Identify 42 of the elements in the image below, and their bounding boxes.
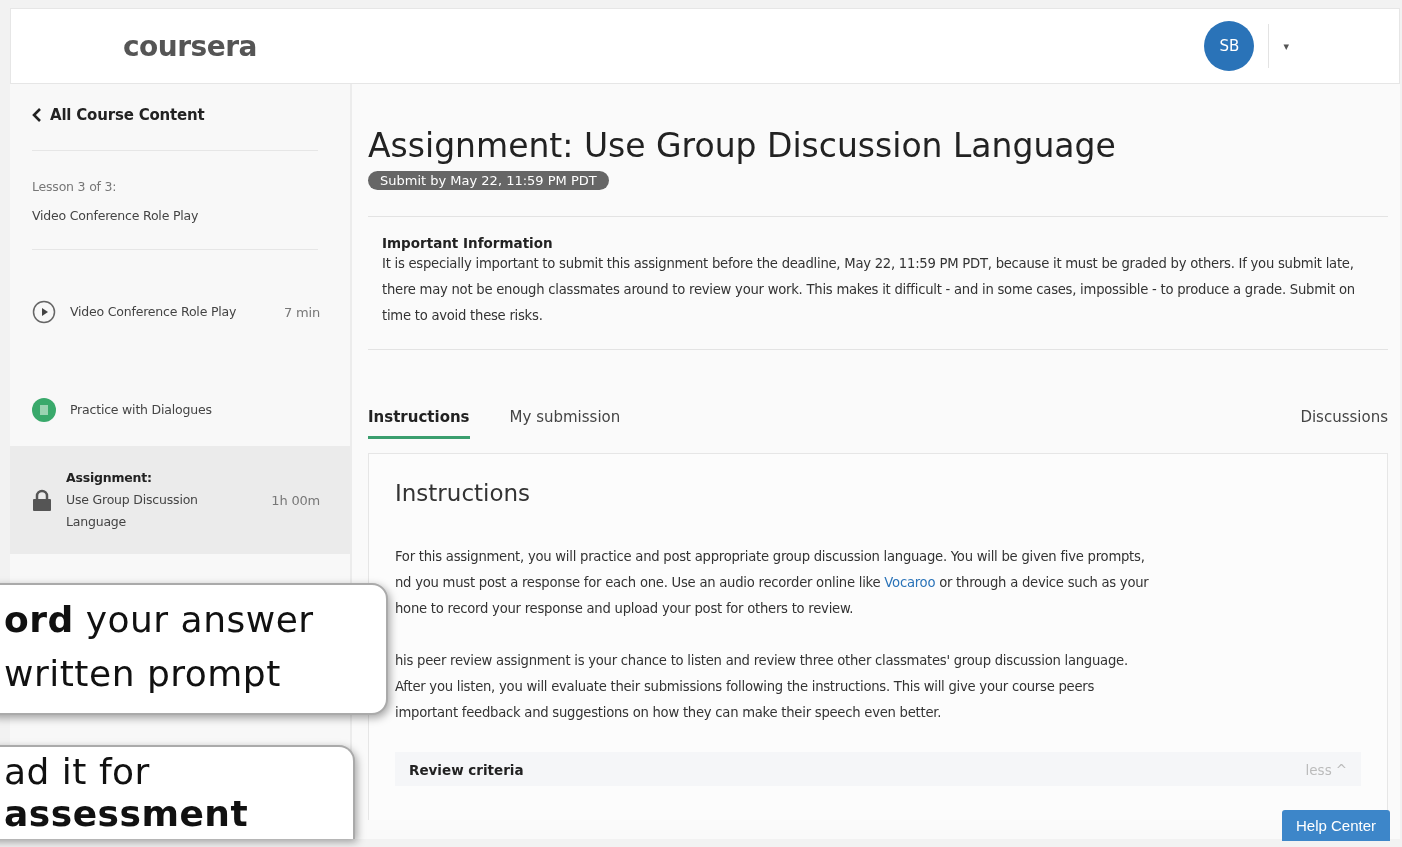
notice-text: It is especially important to submit this assignment before the deadline, May 22, 11:59 PM PDT, because it must be graded by others. If you submit late, there may not be enough classmates around to review your work. This makes it difficult - and in some cases, impossible - to produce a grade. Submit on time to avoid these risks. [382, 255, 1356, 325]
document-icon [32, 398, 56, 422]
item-type-label: Assignment: [66, 469, 153, 487]
instruction-text: nd you must post a response for each one. Use an audio recorder online like Vocaroo or through a device such as your [395, 574, 1150, 592]
chevron-left-icon [32, 108, 42, 122]
logo[interactable]: coursera [123, 29, 1205, 63]
item-title: Video Conference Role Play [70, 303, 238, 321]
notice-heading: Important Information [382, 235, 554, 251]
help-center-button[interactable]: Help Center [1281, 810, 1390, 841]
user-avatar[interactable]: SB [1204, 21, 1255, 71]
page-title: Assignment: Use Group Discussion Language [368, 126, 1117, 165]
lock-icon [32, 489, 52, 511]
review-criteria-bar[interactable]: Review criteria less ^ [395, 752, 1361, 786]
lesson-item[interactable]: Video Conference Role Play 7 min [10, 250, 350, 374]
callout-text: assessment [4, 793, 250, 835]
item-duration: 1h 00m [271, 492, 320, 508]
item-title: Use Group Discussion Language [66, 491, 199, 531]
lesson-item[interactable]: Practice with Dialogues [10, 374, 350, 446]
section-heading: Instructions [395, 480, 532, 506]
tab[interactable]: Instructions [368, 408, 470, 439]
back-link[interactable]: All Course Content [32, 106, 318, 151]
instruction-text: hone to record your response and upload your post for others to review. [395, 600, 855, 618]
inline-link[interactable]: Vocaroo [884, 575, 936, 590]
tab[interactable]: Discussions [1300, 408, 1388, 439]
back-link-label[interactable]: All Course Content [50, 106, 205, 124]
callout-text: ad it for [4, 751, 151, 793]
instruction-text: After you listen, you will evaluate their submissions following the instructions. This will give your course peers [395, 678, 1096, 696]
instruction-text: For this assignment, you will practice and post appropriate group discussion language. You will be given five prompts, [395, 548, 1146, 566]
tab[interactable]: My submission [509, 408, 621, 439]
instruction-text: his peer review assignment is your chance to listen and review three other classmates' group discussion language. [395, 652, 1129, 670]
lesson-title: Video Conference Role Play [32, 208, 200, 223]
review-criteria-label: Review criteria [409, 762, 524, 778]
item-duration: 7 min [284, 304, 320, 320]
instruction-text: important feedback and suggestions on how they can make their speech even better. [395, 704, 943, 722]
deadline-badge: Submit by May 22, 11:59 PM PDT [368, 171, 609, 190]
caret-icon[interactable]: ▾ [1283, 39, 1289, 53]
lesson-item[interactable]: Assignment: Use Group Discussion Language 1h 00m [10, 446, 350, 554]
item-title: Practice with Dialogues [70, 401, 213, 419]
callout-text: written prompt [4, 652, 282, 696]
lesson-label: Lesson 3 of 3: [32, 179, 118, 194]
play-icon [32, 300, 56, 324]
callout-text: ord your answer [4, 598, 315, 642]
